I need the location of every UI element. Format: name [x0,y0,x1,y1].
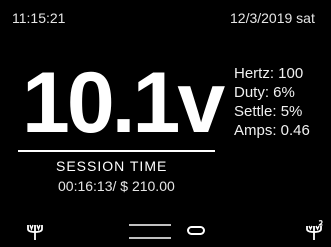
trident-2-icon-graphic [306,220,323,240]
session-time-label: SESSION TIME [56,158,168,174]
trident-icon-graphic [27,224,43,240]
voltage-readout: 10.1v [22,55,225,151]
clock-time: 11:15:21 [12,10,66,26]
menu-lines-graphic [129,224,171,239]
trident-icon[interactable] [24,220,46,242]
stat-duty: Duty: 6% [234,84,295,101]
pill-button-icon[interactable] [187,226,205,235]
session-time-value: 00:16:13/ $ 210.00 [58,178,175,194]
clock-date: 12/3/2019 sat [230,10,315,26]
stat-hertz: Hertz: 100 [234,65,304,82]
trident-2-icon[interactable] [304,220,326,242]
session-divider [18,150,215,152]
stat-settle: Settle: 5% [234,103,303,120]
stat-amps: Amps: 0.46 [234,122,310,139]
device-screen: 11:15:21 12/3/2019 sat 10.1v SESSION TIM… [0,0,331,247]
menu-lines-icon[interactable] [129,221,171,241]
stats-panel: Hertz: 100 Duty: 6% Settle: 5% Amps: 0.4… [234,64,310,140]
